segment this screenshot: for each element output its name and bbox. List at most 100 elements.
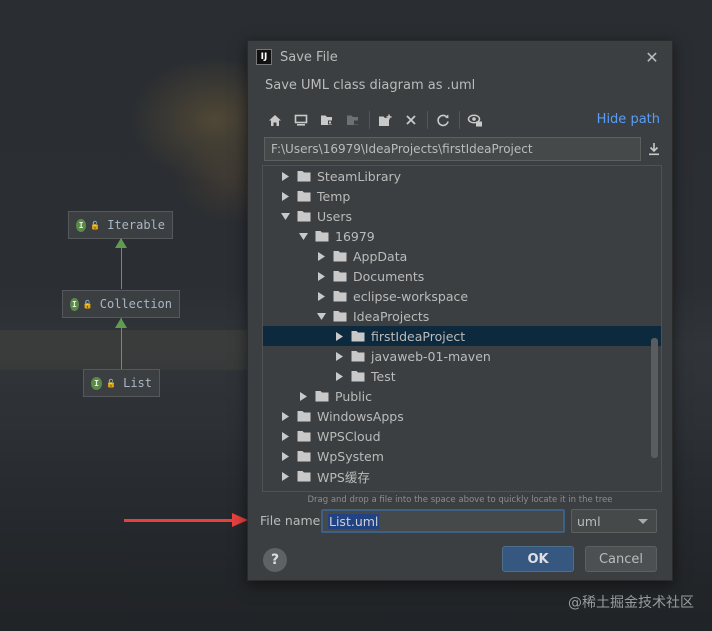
home-icon[interactable]: [264, 109, 286, 131]
tree-row-label: eclipse-workspace: [353, 288, 469, 304]
dialog-titlebar[interactable]: IJ Save File ✕: [248, 41, 672, 73]
tree-row[interactable]: Documents: [263, 266, 661, 286]
expanded-arrow-icon[interactable]: [315, 312, 327, 320]
collapsed-arrow-icon[interactable]: [315, 291, 327, 301]
folder-icon: [297, 190, 311, 202]
tree-row[interactable]: 16979: [263, 226, 661, 246]
tree-row[interactable]: SteamLibrary: [263, 166, 661, 186]
toolbar-separator: [369, 111, 370, 129]
collapsed-arrow-icon[interactable]: [279, 191, 291, 201]
intellij-app-icon: IJ: [256, 49, 272, 65]
dialog-description: Save UML class diagram as .uml: [265, 78, 476, 93]
expanded-arrow-icon[interactable]: [279, 212, 291, 220]
cancel-button[interactable]: Cancel: [585, 546, 657, 572]
dialog-title: Save File: [280, 49, 338, 65]
tree-row[interactable]: WpSystem: [263, 446, 661, 466]
tree-row[interactable]: eclipse-workspace: [263, 286, 661, 306]
folder-icon: [351, 370, 365, 382]
extension-select[interactable]: uml: [571, 509, 657, 533]
tree-row-label: Documents: [353, 268, 425, 284]
folder-icon: [297, 210, 311, 222]
tree-row[interactable]: firstIdeaProject: [263, 326, 661, 346]
collapsed-arrow-icon[interactable]: [333, 331, 345, 341]
tree-row[interactable]: AppData: [263, 246, 661, 266]
tree-row-label: 16979: [335, 228, 375, 244]
folder-icon: [297, 450, 311, 462]
save-file-dialog: IJ Save File ✕ Save UML class diagram as…: [247, 40, 673, 581]
collapsed-arrow-icon[interactable]: [279, 171, 291, 181]
collapsed-arrow-icon[interactable]: [297, 391, 309, 401]
tree-row[interactable]: Test: [263, 366, 661, 386]
uml-node-list[interactable]: I 🔓 List: [83, 369, 160, 397]
tree-row-label: WpSystem: [317, 448, 384, 464]
lock-icon: 🔓: [106, 378, 117, 388]
uml-node-collection[interactable]: I 🔓 Collection: [62, 290, 180, 318]
hide-path-link[interactable]: Hide path: [597, 112, 660, 127]
download-icon[interactable]: [645, 139, 663, 159]
annotation-arrow-head: [232, 513, 248, 527]
close-icon[interactable]: ✕: [642, 47, 662, 67]
file-tree[interactable]: SteamLibrary Temp Users 16979 AppData Documen…: [262, 165, 662, 492]
background-horizon: [0, 330, 250, 370]
delete-icon[interactable]: [400, 109, 422, 131]
expanded-arrow-icon[interactable]: [297, 232, 309, 240]
desktop-icon[interactable]: [290, 109, 312, 131]
collapsed-arrow-icon[interactable]: [279, 451, 291, 461]
tree-row[interactable]: WindowsApps: [263, 406, 661, 426]
tree-row-label: WPS缓存: [317, 469, 370, 485]
collapsed-arrow-icon[interactable]: [279, 411, 291, 421]
path-input[interactable]: F:\Users\16979\IdeaProjects\firstIdeaPro…: [264, 137, 641, 161]
tree-row-label: Test: [371, 368, 396, 384]
folder-icon: [297, 170, 311, 182]
show-hidden-icon[interactable]: [464, 109, 486, 131]
tree-row-label: IdeaProjects: [353, 308, 430, 324]
interface-icon: I: [76, 218, 87, 232]
tree-row-label: WindowsApps: [317, 408, 404, 424]
tree-row[interactable]: IdeaProjects: [263, 306, 661, 326]
collapsed-arrow-icon[interactable]: [279, 431, 291, 441]
tree-row-label: SteamLibrary: [317, 168, 402, 184]
refresh-icon[interactable]: [432, 109, 454, 131]
collapsed-arrow-icon[interactable]: [315, 251, 327, 261]
tree-scrollbar[interactable]: [651, 338, 658, 458]
tree-row[interactable]: javaweb-01-maven: [263, 346, 661, 366]
tree-row-label: firstIdeaProject: [371, 328, 466, 344]
folder-icon: [333, 270, 347, 282]
folder-icon: [315, 230, 329, 242]
folder-icon: [333, 250, 347, 262]
toolbar-separator: [427, 111, 428, 129]
new-folder-icon[interactable]: [374, 109, 396, 131]
tree-row-label: WPSCloud: [317, 428, 381, 444]
tree-row[interactable]: Public: [263, 386, 661, 406]
ok-button[interactable]: OK: [502, 546, 574, 572]
chevron-down-icon: [638, 519, 648, 524]
tree-row[interactable]: Users: [263, 206, 661, 226]
uml-arrow-head: [115, 318, 127, 328]
collapsed-arrow-icon[interactable]: [333, 351, 345, 361]
file-name-value: List.uml: [328, 513, 380, 529]
module-folder-icon[interactable]: [342, 109, 364, 131]
collapsed-arrow-icon[interactable]: [279, 471, 291, 481]
help-button[interactable]: ?: [263, 548, 287, 572]
file-chooser-toolbar: [264, 108, 490, 132]
tree-row[interactable]: WPS缓存: [263, 466, 661, 486]
uml-node-label: Iterable: [107, 218, 165, 232]
collapsed-arrow-icon[interactable]: [315, 271, 327, 281]
project-folder-icon[interactable]: [316, 109, 338, 131]
tree-row-label: AppData: [353, 248, 408, 264]
uml-arrow-head: [115, 238, 127, 248]
folder-icon: [351, 350, 365, 362]
folder-icon: [351, 330, 365, 342]
tree-row[interactable]: WPSCloud: [263, 426, 661, 446]
toolbar-separator: [459, 111, 460, 129]
tree-row-label: javaweb-01-maven: [371, 348, 491, 364]
uml-node-iterable[interactable]: I 🔓 Iterable: [68, 211, 173, 239]
folder-icon: [333, 290, 347, 302]
uml-node-label: Collection: [99, 297, 172, 311]
folder-icon: [297, 410, 311, 422]
collapsed-arrow-icon[interactable]: [333, 371, 345, 381]
tree-row[interactable]: Temp: [263, 186, 661, 206]
folder-icon: [315, 390, 329, 402]
interface-icon: I: [91, 376, 103, 390]
file-name-input[interactable]: List.uml: [321, 509, 565, 533]
